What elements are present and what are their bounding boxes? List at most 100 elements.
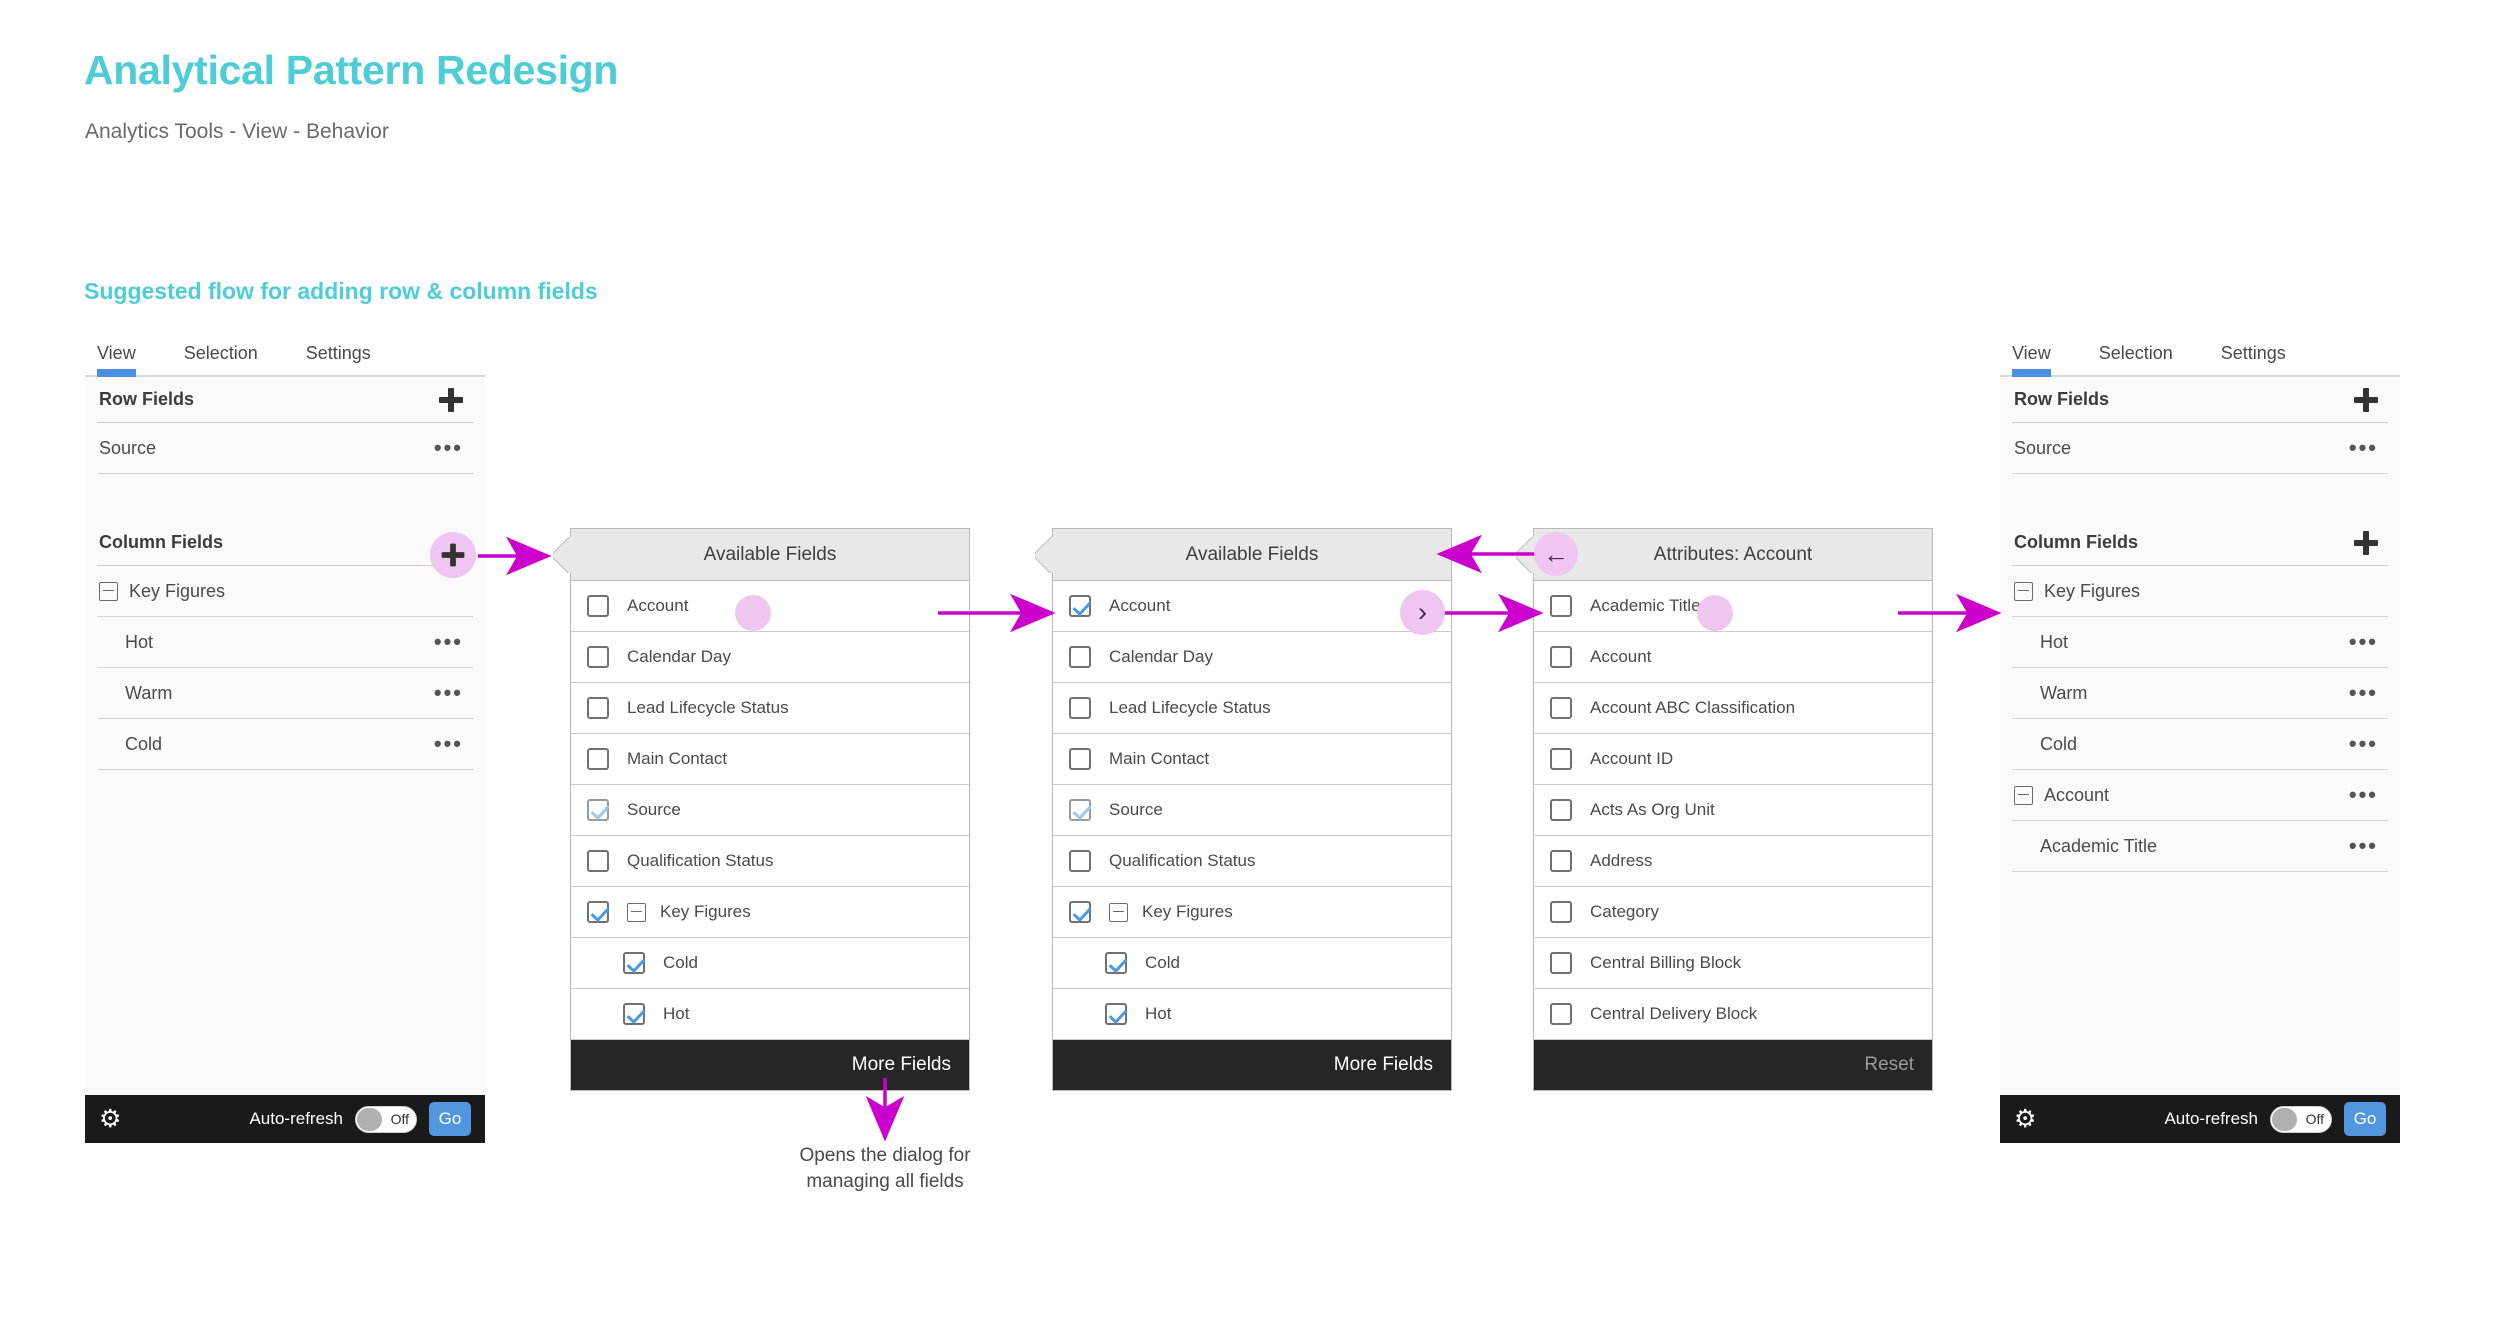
checkbox[interactable] bbox=[1069, 646, 1091, 668]
dialog3-row-central-delivery-block[interactable]: Central Delivery Block bbox=[1534, 989, 1932, 1040]
go-button[interactable]: Go bbox=[429, 1102, 471, 1136]
dialog2-row-account[interactable]: Account bbox=[1053, 581, 1451, 632]
dialog1-row-qualification-status[interactable]: Qualification Status bbox=[571, 836, 969, 887]
collapse-icon[interactable] bbox=[1109, 902, 1128, 922]
more-icon[interactable]: ••• bbox=[2349, 631, 2378, 653]
auto-refresh-toggle[interactable]: Off bbox=[355, 1105, 417, 1133]
dialog3-row-account[interactable]: Account bbox=[1534, 632, 1932, 683]
collapse-icon[interactable] bbox=[2014, 785, 2033, 805]
checkbox[interactable] bbox=[587, 697, 609, 719]
tab-view[interactable]: View bbox=[97, 343, 136, 377]
left-col-field-key-figures[interactable]: Key Figures bbox=[97, 566, 473, 617]
more-icon[interactable]: ••• bbox=[434, 682, 463, 704]
dialog2-row-main-contact[interactable]: Main Contact bbox=[1053, 734, 1451, 785]
checkbox-checked[interactable] bbox=[623, 1003, 645, 1025]
more-icon[interactable]: ••• bbox=[2349, 784, 2378, 806]
right-col-field-hot[interactable]: Hot ••• bbox=[2012, 617, 2388, 668]
dialog1-row-main-contact[interactable]: Main Contact bbox=[571, 734, 969, 785]
dialog3-row-central-billing-block[interactable]: Central Billing Block bbox=[1534, 938, 1932, 989]
checkbox[interactable] bbox=[587, 748, 609, 770]
dialog2-row-hot[interactable]: Hot bbox=[1053, 989, 1451, 1040]
dialog1-row-calendar-day[interactable]: Calendar Day bbox=[571, 632, 969, 683]
left-col-field-cold[interactable]: Cold ••• bbox=[97, 719, 473, 770]
more-icon[interactable]: ••• bbox=[2349, 733, 2378, 755]
dialog2-row-calendar-day[interactable]: Calendar Day bbox=[1053, 632, 1451, 683]
add-row-field-plus-icon[interactable] bbox=[439, 387, 463, 412]
checkbox[interactable] bbox=[1550, 646, 1572, 668]
checkbox-checked[interactable] bbox=[587, 799, 609, 821]
go-button[interactable]: Go bbox=[2344, 1102, 2386, 1136]
dialog2-row-qualification-status[interactable]: Qualification Status bbox=[1053, 836, 1451, 887]
checkbox[interactable] bbox=[1069, 697, 1091, 719]
right-col-field-academic-title[interactable]: Academic Title ••• bbox=[2012, 821, 2388, 872]
more-icon[interactable]: ••• bbox=[2349, 835, 2378, 857]
more-icon[interactable]: ••• bbox=[434, 733, 463, 755]
left-row-field-source[interactable]: Source ••• bbox=[97, 423, 473, 474]
more-icon[interactable]: ••• bbox=[2349, 437, 2378, 459]
collapse-icon[interactable] bbox=[2014, 581, 2033, 601]
right-col-field-warm[interactable]: Warm ••• bbox=[2012, 668, 2388, 719]
add-column-field-highlight-button[interactable] bbox=[430, 532, 476, 578]
more-fields-button[interactable]: More Fields bbox=[852, 1054, 951, 1076]
checkbox-checked[interactable] bbox=[1069, 799, 1091, 821]
checkbox[interactable] bbox=[587, 595, 609, 617]
reset-button[interactable]: Reset bbox=[1864, 1054, 1914, 1076]
dialog2-row-source[interactable]: Source bbox=[1053, 785, 1451, 836]
checkbox[interactable] bbox=[1550, 850, 1572, 872]
tab-settings[interactable]: Settings bbox=[2221, 343, 2286, 375]
add-column-field-plus-icon[interactable] bbox=[2354, 530, 2378, 555]
right-row-field-source[interactable]: Source ••• bbox=[2012, 423, 2388, 474]
checkbox[interactable] bbox=[1069, 850, 1091, 872]
gear-icon[interactable]: ⚙ bbox=[99, 1106, 125, 1132]
checkbox[interactable] bbox=[1550, 799, 1572, 821]
checkbox[interactable] bbox=[587, 850, 609, 872]
dialog1-row-key-figures[interactable]: Key Figures bbox=[571, 887, 969, 938]
dialog3-row-account-id[interactable]: Account ID bbox=[1534, 734, 1932, 785]
more-icon[interactable]: ••• bbox=[434, 631, 463, 653]
dialog3-row-account-abc-classification[interactable]: Account ABC Classification bbox=[1534, 683, 1932, 734]
checkbox[interactable] bbox=[1069, 748, 1091, 770]
auto-refresh-toggle[interactable]: Off bbox=[2270, 1105, 2332, 1133]
more-icon[interactable]: ••• bbox=[434, 437, 463, 459]
dialog3-row-address[interactable]: Address bbox=[1534, 836, 1932, 887]
checkbox-checked[interactable] bbox=[1105, 952, 1127, 974]
collapse-icon[interactable] bbox=[627, 902, 646, 922]
checkbox[interactable] bbox=[1550, 697, 1572, 719]
dialog2-row-lead-lifecycle-status[interactable]: Lead Lifecycle Status bbox=[1053, 683, 1451, 734]
dialog2-row-key-figures[interactable]: Key Figures bbox=[1053, 887, 1451, 938]
dialog2-row-cold[interactable]: Cold bbox=[1053, 938, 1451, 989]
add-row-field-plus-icon[interactable] bbox=[2354, 387, 2378, 412]
left-col-field-warm[interactable]: Warm ••• bbox=[97, 668, 473, 719]
dialog1-row-source[interactable]: Source bbox=[571, 785, 969, 836]
checkbox-checked[interactable] bbox=[587, 901, 609, 923]
dialog1-row-cold[interactable]: Cold bbox=[571, 938, 969, 989]
checkbox-checked[interactable] bbox=[1105, 1003, 1127, 1025]
tab-selection[interactable]: Selection bbox=[184, 343, 258, 375]
tab-settings[interactable]: Settings bbox=[306, 343, 371, 375]
dialog3-row-acts-as-org-unit[interactable]: Acts As Org Unit bbox=[1534, 785, 1932, 836]
right-col-field-key-figures[interactable]: Key Figures bbox=[2012, 566, 2388, 617]
chevron-right-icon[interactable]: › bbox=[1400, 590, 1445, 635]
tab-selection[interactable]: Selection bbox=[2099, 343, 2173, 375]
left-col-field-hot[interactable]: Hot ••• bbox=[97, 617, 473, 668]
more-fields-button[interactable]: More Fields bbox=[1334, 1054, 1433, 1076]
checkbox-checked[interactable] bbox=[623, 952, 645, 974]
more-icon[interactable]: ••• bbox=[2349, 682, 2378, 704]
checkbox-checked[interactable] bbox=[1069, 901, 1091, 923]
dialog1-row-lead-lifecycle-status[interactable]: Lead Lifecycle Status bbox=[571, 683, 969, 734]
arrow-left-icon[interactable]: ← bbox=[1534, 532, 1578, 576]
dialog3-row-academic-title[interactable]: Academic Title bbox=[1534, 581, 1932, 632]
checkbox[interactable] bbox=[1550, 1003, 1572, 1025]
checkbox[interactable] bbox=[1550, 595, 1572, 617]
right-col-field-cold[interactable]: Cold ••• bbox=[2012, 719, 2388, 770]
dialog3-row-category[interactable]: Category bbox=[1534, 887, 1932, 938]
tab-view[interactable]: View bbox=[2012, 343, 2051, 377]
gear-icon[interactable]: ⚙ bbox=[2014, 1106, 2040, 1132]
checkbox[interactable] bbox=[1550, 748, 1572, 770]
checkbox-checked[interactable] bbox=[1069, 595, 1091, 617]
checkbox[interactable] bbox=[1550, 952, 1572, 974]
checkbox[interactable] bbox=[1550, 901, 1572, 923]
collapse-icon[interactable] bbox=[99, 581, 118, 601]
dialog1-row-hot[interactable]: Hot bbox=[571, 989, 969, 1040]
right-col-field-account[interactable]: Account ••• bbox=[2012, 770, 2388, 821]
